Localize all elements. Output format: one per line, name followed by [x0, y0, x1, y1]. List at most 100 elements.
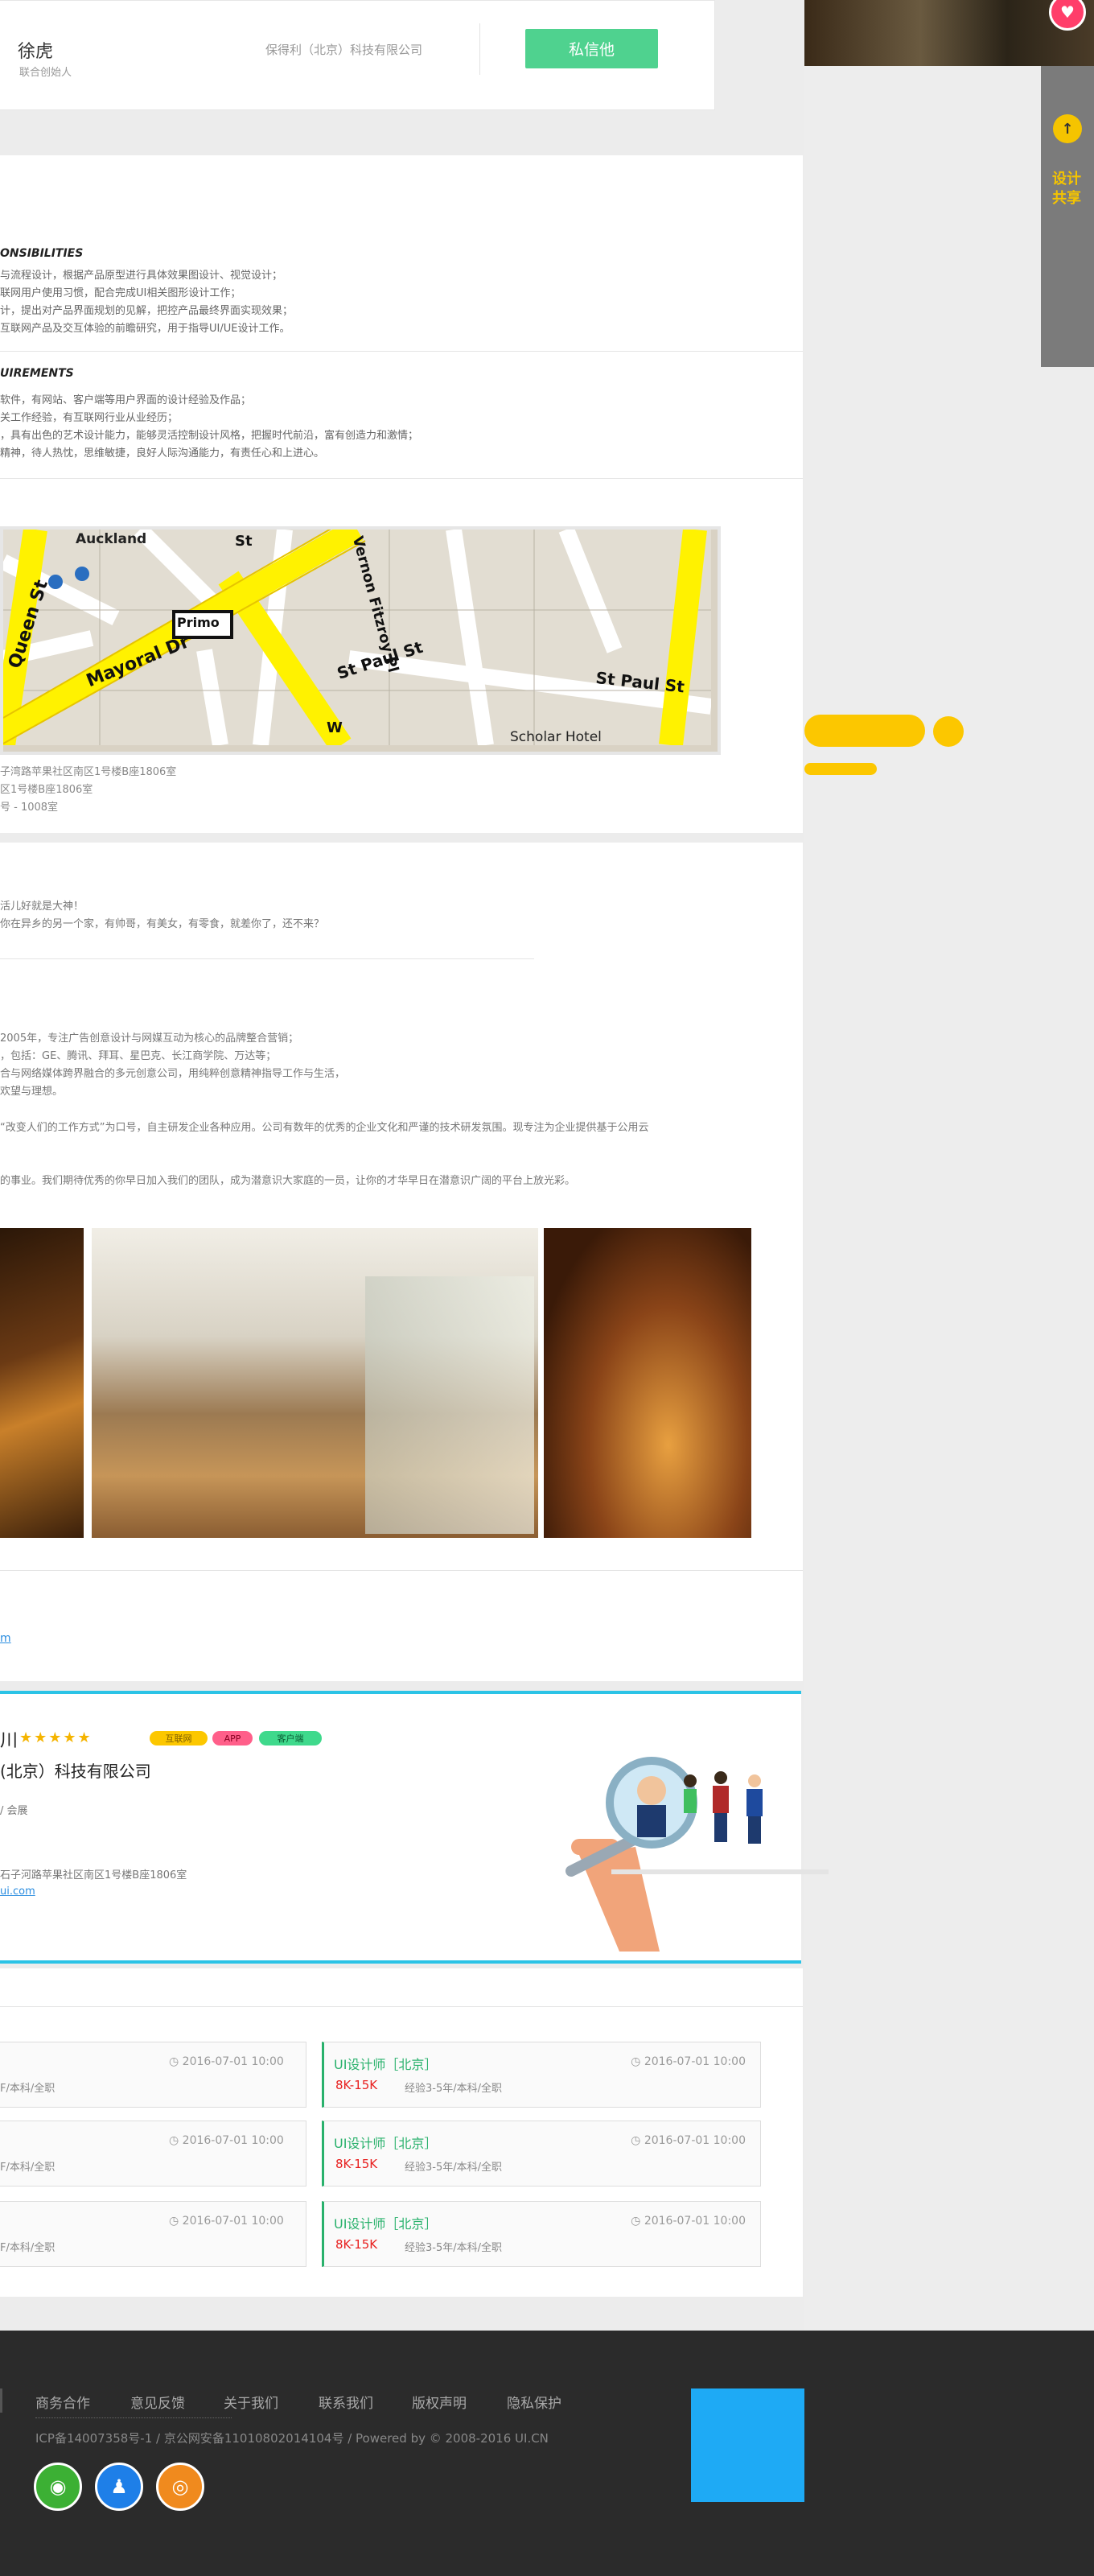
responsibility-4: 互联网产品及交互体验的前瞻研究，用于指导UI/UE设计工作。 — [0, 323, 290, 335]
weibo-icon[interactable]: ◎ — [156, 2463, 204, 2511]
footer-copyright: ICP备14007358号-1 / 京公网安备11010802014104号 /… — [35, 2431, 549, 2446]
history-4: 欢望与理想。 — [0, 1086, 64, 1098]
requirements-title: UIREMENTS — [0, 367, 74, 380]
requirement-2: 关工作经验，有互联网行业从业经历； — [0, 412, 179, 424]
footer-link-contact[interactable]: 联系我们 — [319, 2392, 373, 2412]
promo-text-1[interactable]: 设计 — [1052, 167, 1081, 188]
promo-text-2[interactable]: 共享 — [1052, 187, 1081, 208]
tag-app[interactable]: APP — [212, 1731, 253, 1745]
job-item-right-3[interactable]: UI设计师［北京］ 8K-15K 经验3-5年/本科/全职 ◷ 2016-07-… — [322, 2201, 761, 2267]
footer-link-copyright[interactable]: 版权声明 — [412, 2392, 467, 2412]
job-item-right-2[interactable]: UI设计师［北京］ 8K-15K 经验3-5年/本科/全职 ◷ 2016-07-… — [322, 2121, 761, 2187]
job-req: F/本科/全职 — [0, 2083, 56, 2095]
map-label-primo: Primo — [177, 615, 220, 630]
company-address: 石子河路苹果社区南区1号楼B座1806室 — [0, 1869, 187, 1882]
contact-company: 保得利（北京）科技有限公司 — [265, 43, 423, 57]
footer-link-privacy[interactable]: 隐私保护 — [507, 2392, 561, 2412]
job-req: F/本科/全职 — [0, 2162, 56, 2174]
invite-text: 的事业。我们期待优秀的你早日加入我们的团队，成为潜意识大家庭的一员，让你的才华早… — [0, 1175, 576, 1187]
contact-card: 徐虎 联合创始人 保得利（北京）科技有限公司 私信他 — [0, 0, 715, 110]
job-req: 经验3-5年/本科/全职 — [405, 2162, 502, 2174]
divider — [0, 351, 803, 352]
job-date: ◷ 2016-07-01 10:00 — [169, 2134, 284, 2147]
history-2: ，包括：GE、腾讯、拜耳、星巴克、长江商学院、万达等； — [0, 1050, 277, 1062]
window-frame — [365, 1276, 534, 1534]
yellow-deco-dot — [933, 716, 964, 747]
job-date-text: 2016-07-01 10:00 — [644, 2215, 746, 2228]
requirement-1: 软件，有网站、客户端等用户界面的设计经验及作品； — [0, 394, 252, 406]
job-date-text: 2016-07-01 10:00 — [644, 2134, 746, 2147]
job-date: ◷ 2016-07-01 10:00 — [631, 2055, 746, 2068]
job-item-left-1[interactable]: F/本科/全职 ◷ 2016-07-01 10:00 — [0, 2042, 306, 2108]
recruit-illustration — [566, 1757, 829, 1952]
map-label-scholar: Scholar Hotel — [510, 729, 602, 745]
job-title[interactable]: UI设计师［北京］ — [334, 2213, 437, 2232]
job-date: ◷ 2016-07-01 10:00 — [631, 2134, 746, 2147]
footer-link-business[interactable]: 商务合作 — [35, 2392, 90, 2412]
tag-client[interactable]: 客户端 — [259, 1731, 322, 1745]
job-title[interactable]: UI设计师［北京］ — [334, 2133, 437, 2152]
divider — [0, 2006, 803, 2007]
contact-role: 联合创始人 — [19, 67, 72, 79]
mission-text: “改变人们的工作方式”为口号，自主研发企业各种应用。公司有数年的优秀的企业文化和… — [0, 1122, 649, 1134]
job-salary: 8K-15K — [335, 2157, 378, 2171]
wechat-icon[interactable]: ◉ — [34, 2463, 82, 2511]
back-to-top-icon[interactable]: ↑ — [1053, 114, 1082, 143]
job-date-text: 2016-07-01 10:00 — [182, 2215, 284, 2228]
address-3: 号 - 1008室 — [0, 802, 59, 814]
job-date: ◷ 2016-07-01 10:00 — [169, 2055, 284, 2068]
map-label-w: W — [327, 719, 343, 736]
responsibility-3: 计，提出对产品界面规划的见解，把控产品最终界面实现效果； — [0, 305, 294, 317]
intro-1: 活儿好就是大神！ — [0, 901, 84, 913]
qq-icon[interactable]: ♟ — [95, 2463, 143, 2511]
job-date: ◷ 2016-07-01 10:00 — [169, 2215, 284, 2228]
job-item-left-2[interactable]: F/本科/全职 ◷ 2016-07-01 10:00 — [0, 2121, 306, 2187]
qr-code-placeholder — [691, 2388, 804, 2502]
contact-name: 徐虎 — [18, 42, 54, 62]
requirement-3: ，具有出色的艺术设计能力，能够灵活控制设计风格，把握时代前沿，富有创造力和激情； — [0, 430, 419, 442]
job-date-text: 2016-07-01 10:00 — [182, 2055, 284, 2068]
footer-link-about[interactable]: 关于我们 — [224, 2392, 278, 2412]
company-full-name: (北京）科技有限公司 — [0, 1762, 151, 1781]
job-req: 经验3-5年/本科/全职 — [405, 2083, 502, 2095]
side-rail: ↑ 设计 共享 — [1041, 66, 1094, 367]
yellow-deco-bar — [804, 715, 925, 747]
address-2: 区1号楼B座1806室 — [0, 784, 93, 796]
company-website[interactable]: ui.com — [0, 1886, 35, 1898]
job-title[interactable]: UI设计师［北京］ — [334, 2054, 437, 2073]
job-salary: 8K-15K — [335, 2078, 378, 2092]
divider — [0, 478, 803, 479]
footer — [0, 2331, 1094, 2576]
company-link[interactable]: m — [0, 1632, 11, 1645]
responsibility-2: 联网用户使用习惯，配合完成UI相关图形设计工作； — [0, 287, 241, 299]
message-button[interactable]: 私信他 — [525, 29, 658, 68]
map-label-st: St — [235, 533, 253, 550]
responsibilities-title: ONSIBILITIES — [0, 247, 84, 260]
job-item-left-3[interactable]: F/本科/全职 ◷ 2016-07-01 10:00 — [0, 2201, 306, 2267]
yellow-deco-line — [804, 763, 877, 775]
office-photo-2[interactable] — [92, 1228, 538, 1538]
contact-divider — [479, 23, 480, 75]
company-name-fragment: 川 — [0, 1731, 19, 1751]
company-card: 川 ★★★★★ 互联网 APP 客户端 (北京）科技有限公司 / 会展 石子河路… — [0, 1691, 829, 1964]
job-salary: 8K-15K — [335, 2237, 378, 2252]
job-req: F/本科/全职 — [0, 2242, 56, 2254]
job-date-text: 2016-07-01 10:00 — [644, 2055, 746, 2068]
history-1: 2005年，专注广告创意设计与网媒互动为核心的品牌整合营销； — [0, 1032, 299, 1045]
divider — [0, 958, 534, 959]
history-3: 合与网络媒体跨界融合的多元创意公司，用纯粹创意精神指导工作与生活， — [0, 1068, 346, 1080]
rating-stars: ★★★★★ — [19, 1729, 93, 1746]
tag-internet[interactable]: 互联网 — [150, 1731, 208, 1745]
location-map[interactable]: Auckland Queen St Mayoral Dr Primo Verno… — [0, 526, 721, 755]
company-industry: / 会展 — [0, 1805, 28, 1817]
office-photo-1[interactable] — [0, 1228, 84, 1538]
office-photo-3[interactable] — [544, 1228, 751, 1538]
footer-link-feedback[interactable]: 意见反馈 — [130, 2392, 185, 2412]
intro-2: 你在异乡的另一个家，有帅哥，有美女，有零食，就差你了，还不来？ — [0, 918, 325, 930]
job-item-right-1[interactable]: UI设计师［北京］ 8K-15K 经验3-5年/本科/全职 ◷ 2016-07-… — [322, 2042, 761, 2108]
requirement-4: 精神，待人热忱，思维敏捷，良好人际沟通能力，有责任心和上进心。 — [0, 447, 325, 460]
job-date-text: 2016-07-01 10:00 — [182, 2134, 284, 2147]
footer-left-bar — [0, 2388, 2, 2413]
job-req: 经验3-5年/本科/全职 — [405, 2242, 502, 2254]
responsibility-1: 与流程设计，根据产品原型进行具体效果图设计、视觉设计； — [0, 270, 283, 282]
